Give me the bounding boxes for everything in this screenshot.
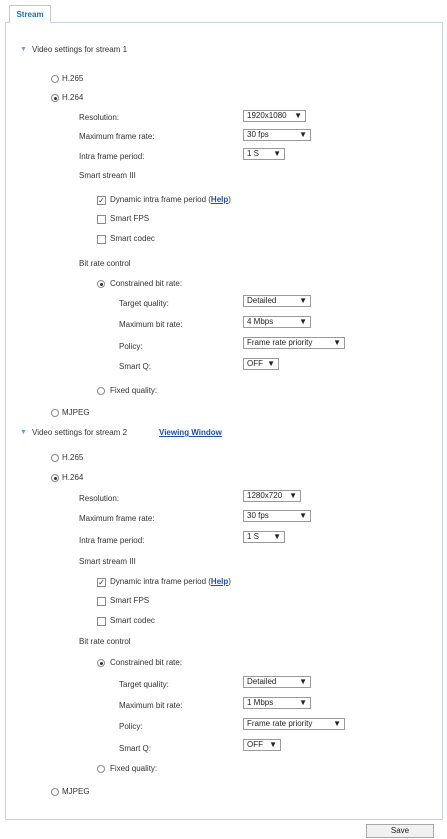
expand-triangle-icon[interactable]: ▼	[20, 46, 27, 53]
stream1-max-frame-rate-select[interactable]: 30 fps ▼	[243, 129, 311, 141]
stream1-smart-codec-checkbox[interactable]	[97, 235, 106, 244]
chevron-down-icon: ▼	[299, 511, 307, 520]
stream1-h265-label: H.265	[62, 74, 84, 83]
chevron-down-icon: ▼	[299, 677, 307, 686]
stream2-smart-q-label: Smart Q:	[119, 744, 152, 753]
stream2-intra-label: Intra frame period:	[79, 536, 145, 545]
stream1-fixed-quality-radio[interactable]	[97, 387, 105, 395]
stream1-resolution-label: Resolution:	[79, 113, 120, 122]
stream2-constrained-label: Constrained bit rate:	[110, 658, 183, 667]
chevron-down-icon: ▼	[299, 296, 307, 305]
stream1-smart-q-label: Smart Q:	[119, 362, 152, 371]
stream1-smart-fps-label: Smart FPS	[110, 214, 150, 223]
stream2-target-quality-label: Target quality:	[119, 680, 169, 689]
stream2-intra-select[interactable]: 1 S ▼	[243, 531, 285, 543]
settings-panel	[5, 22, 443, 820]
stream1-intra-select[interactable]: 1 S ▼	[243, 148, 285, 160]
stream2-dynamic-intra-label: Dynamic intra frame period (Help)	[110, 577, 231, 586]
stream1-smart-q-select[interactable]: OFF ▼	[243, 358, 279, 370]
chevron-down-icon: ▼	[267, 359, 275, 368]
stream1-target-quality-label: Target quality:	[119, 299, 169, 308]
stream2-smart-fps-label: Smart FPS	[110, 596, 150, 605]
stream2-mjpeg-radio[interactable]	[51, 788, 59, 796]
stream2-bit-rate-control-label: Bit rate control	[79, 637, 131, 646]
chevron-down-icon: ▼	[273, 532, 281, 541]
stream2-policy-select[interactable]: Frame rate priority ▼	[243, 718, 345, 730]
stream1-dynamic-intra-checkbox[interactable]: ✓	[97, 196, 106, 205]
chevron-down-icon: ▼	[294, 111, 302, 120]
stream1-help-link[interactable]: Help	[211, 195, 228, 204]
stream2-help-link[interactable]: Help	[211, 577, 228, 586]
chevron-down-icon: ▼	[333, 338, 341, 347]
stream1-mjpeg-label: MJPEG	[62, 408, 90, 417]
stream1-h264-radio[interactable]	[51, 94, 59, 102]
stream1-max-bit-rate-label: Maximum bit rate:	[119, 320, 183, 329]
chevron-down-icon: ▼	[333, 719, 341, 728]
stream2-smart-codec-label: Smart codec	[110, 616, 155, 625]
stream2-smart-codec-checkbox[interactable]	[97, 617, 106, 626]
stream2-smart-q-select[interactable]: OFF ▼	[243, 739, 281, 751]
stream1-resolution-select[interactable]: 1920x1080 ▼	[243, 110, 306, 122]
stream1-max-frame-rate-label: Maximum frame rate:	[79, 132, 155, 141]
stream1-dynamic-intra-label: Dynamic intra frame period (Help)	[110, 195, 231, 204]
stream2-max-bit-rate-select[interactable]: 1 Mbps ▼	[243, 697, 311, 709]
stream2-resolution-label: Resolution:	[79, 494, 120, 503]
stream1-fixed-quality-label: Fixed quality:	[110, 386, 158, 395]
stream2-policy-label: Policy:	[119, 722, 143, 731]
save-button[interactable]: Save	[366, 824, 434, 838]
chevron-down-icon: ▼	[269, 740, 277, 749]
stream2-max-frame-rate-select[interactable]: 30 fps ▼	[243, 510, 311, 522]
stream2-mjpeg-label: MJPEG	[62, 787, 90, 796]
stream2-fixed-quality-label: Fixed quality:	[110, 764, 158, 773]
stream1-h265-radio[interactable]	[51, 75, 59, 83]
stream1-intra-label: Intra frame period:	[79, 152, 145, 161]
stream2-target-quality-select[interactable]: Detailed ▼	[243, 676, 311, 688]
stream1-header[interactable]: Video settings for stream 1	[32, 45, 127, 54]
stream1-max-bit-rate-select[interactable]: 4 Mbps ▼	[243, 316, 311, 328]
chevron-down-icon: ▼	[299, 317, 307, 326]
tab-stream[interactable]: Stream	[9, 5, 51, 23]
chevron-down-icon: ▼	[299, 130, 307, 139]
stream2-dynamic-intra-checkbox[interactable]: ✓	[97, 578, 106, 587]
stream2-h265-label: H.265	[62, 453, 84, 462]
stream2-header[interactable]: Video settings for stream 2	[32, 428, 127, 437]
chevron-down-icon: ▼	[273, 149, 281, 158]
stream2-max-bit-rate-label: Maximum bit rate:	[119, 701, 183, 710]
stream2-h264-radio[interactable]	[51, 474, 59, 482]
stream1-constrained-label: Constrained bit rate:	[110, 279, 183, 288]
stream2-smart-fps-checkbox[interactable]	[97, 597, 106, 606]
stream2-constrained-radio[interactable]	[97, 659, 105, 667]
stream2-h265-radio[interactable]	[51, 454, 59, 462]
stream2-max-frame-rate-label: Maximum frame rate:	[79, 514, 155, 523]
stream1-target-quality-select[interactable]: Detailed ▼	[243, 295, 311, 307]
stream1-smart-stream-label: Smart stream III	[79, 171, 136, 180]
stream1-mjpeg-radio[interactable]	[51, 409, 59, 417]
stream2-h264-label: H.264	[62, 473, 84, 482]
expand-triangle-icon[interactable]: ▼	[20, 429, 27, 436]
stream1-h264-label: H.264	[62, 93, 84, 102]
stream1-smart-codec-label: Smart codec	[110, 234, 155, 243]
stream1-smart-fps-checkbox[interactable]	[97, 215, 106, 224]
stream1-policy-label: Policy:	[119, 342, 143, 351]
stream1-constrained-radio[interactable]	[97, 280, 105, 288]
stream1-bit-rate-control-label: Bit rate control	[79, 259, 131, 268]
stream2-fixed-quality-radio[interactable]	[97, 765, 105, 773]
stream2-resolution-select[interactable]: 1280x720 ▼	[243, 490, 301, 502]
chevron-down-icon: ▼	[299, 698, 307, 707]
stream1-policy-select[interactable]: Frame rate priority ▼	[243, 337, 345, 349]
stream2-smart-stream-label: Smart stream III	[79, 557, 136, 566]
viewing-window-link[interactable]: Viewing Window	[159, 428, 222, 437]
chevron-down-icon: ▼	[289, 491, 297, 500]
